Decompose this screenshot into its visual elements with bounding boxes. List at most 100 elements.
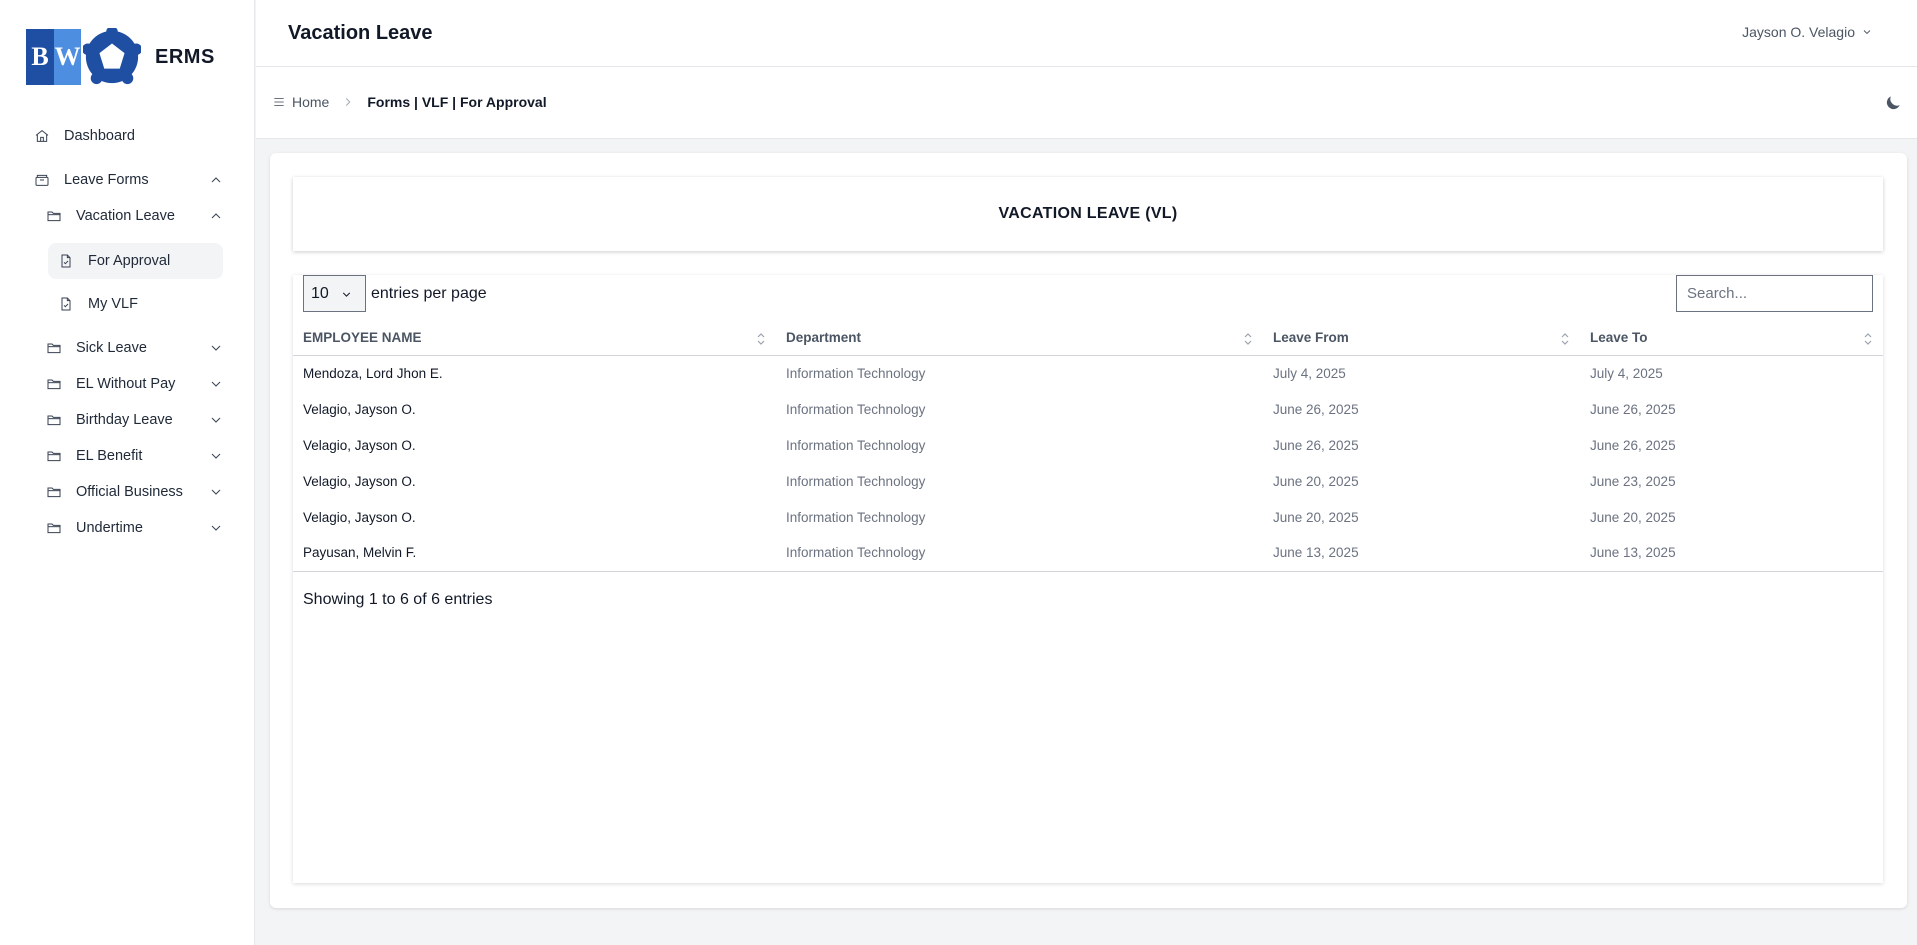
folder-icon xyxy=(47,451,61,462)
sort-icon xyxy=(1864,333,1872,345)
logo-letter-b: B xyxy=(26,29,54,85)
column-header-leave-from[interactable]: Leave From xyxy=(1263,321,1580,356)
document-icon xyxy=(61,254,71,268)
cell-employee-name: Velagio, Jayson O. xyxy=(303,509,416,525)
cell-leave-from: July 4, 2025 xyxy=(1273,365,1346,381)
cell-leave-to: June 26, 2025 xyxy=(1590,401,1676,417)
sidebar-item-official-business[interactable]: Official Business xyxy=(46,474,224,510)
cell-department: Information Technology xyxy=(776,535,1263,572)
chevron-down-icon xyxy=(211,525,221,531)
cell-leave-to: June 26, 2025 xyxy=(1590,437,1676,453)
main-card: VACATION LEAVE (VL) 10 entries per page … xyxy=(270,153,1907,908)
table-row[interactable]: Velagio, Jayson O. Information Technolog… xyxy=(293,427,1883,463)
table-row[interactable]: Mendoza, Lord Jhon E. Information Techno… xyxy=(293,355,1883,391)
breadcrumb-home[interactable]: Home xyxy=(292,94,329,110)
sidebar-item-dashboard[interactable]: Dashboard xyxy=(34,118,224,154)
column-header-employee-name[interactable]: EMPLOYEE NAME xyxy=(293,321,776,356)
sidebar-item-label: Dashboard xyxy=(64,128,135,144)
chevron-down-icon xyxy=(1863,30,1871,35)
sidebar-item-sick-leave[interactable]: Sick Leave xyxy=(46,330,224,366)
folder-icon xyxy=(47,379,61,390)
user-name: Jayson O. Velagio xyxy=(1742,24,1855,40)
chevron-up-icon xyxy=(211,177,221,183)
column-header-department[interactable]: Department xyxy=(776,321,1263,356)
sidebar-item-for-approval[interactable]: For Approval xyxy=(48,243,223,279)
bw-logo-mark: B W xyxy=(26,29,81,85)
sidebar-item-el-without-pay[interactable]: EL Without Pay xyxy=(46,366,224,402)
cell-leave-from: June 20, 2025 xyxy=(1273,473,1359,489)
cell-leave-from: June 20, 2025 xyxy=(1273,509,1359,525)
cell-department: Information Technology xyxy=(786,473,926,489)
sidebar-item-vacation-leave[interactable]: Vacation Leave xyxy=(46,198,224,234)
cell-leave-from: June 26, 2025 xyxy=(1273,437,1359,453)
sidebar-item-label: Undertime xyxy=(76,520,143,536)
table-header-row: EMPLOYEE NAME Department Leave From Leav… xyxy=(293,321,1883,356)
sidebar-item-label: Sick Leave xyxy=(76,340,147,356)
menu-icon[interactable] xyxy=(272,95,286,109)
sidebar-item-label: My VLF xyxy=(88,296,138,312)
chevron-down-icon xyxy=(211,489,221,495)
document-icon xyxy=(61,297,71,311)
home-icon xyxy=(35,130,49,142)
sidebar-item-leave-forms[interactable]: Leave Forms xyxy=(34,162,224,198)
breadcrumb-bar: Home Forms | VLF | For Approval xyxy=(256,67,1917,139)
folder-icon xyxy=(47,523,61,534)
folder-icon xyxy=(47,211,61,222)
cell-leave-from: June 13, 2025 xyxy=(1263,535,1580,572)
per-page-select[interactable]: 10 xyxy=(303,275,366,312)
folder-icon xyxy=(47,487,61,498)
data-table-panel: 10 entries per page EMPLOYEE NAME Depart… xyxy=(293,275,1883,883)
chevron-down-icon xyxy=(342,292,351,297)
cell-department: Information Technology xyxy=(786,509,926,525)
section-title: VACATION LEAVE (VL) xyxy=(293,177,1883,251)
table-info: Showing 1 to 6 of 6 entries xyxy=(303,591,493,608)
cell-leave-to: June 13, 2025 xyxy=(1580,535,1883,572)
logo-letter-w: W xyxy=(54,29,81,85)
sidebar-item-el-benefit[interactable]: EL Benefit xyxy=(46,438,224,474)
folder-icon xyxy=(47,343,61,354)
sidebar-item-label: EL Benefit xyxy=(76,448,143,464)
leave-table: EMPLOYEE NAME Department Leave From Leav… xyxy=(293,321,1883,572)
sidebar: B W ERMS Dashboard Leave Forms Vacation … xyxy=(0,0,255,945)
cell-employee-name: Payusan, Melvin F. xyxy=(293,535,776,572)
cell-employee-name: Mendoza, Lord Jhon E. xyxy=(303,365,443,381)
sidebar-item-label: Leave Forms xyxy=(64,172,149,188)
cell-leave-from: June 26, 2025 xyxy=(1273,401,1359,417)
entries-per-page: 10 entries per page xyxy=(303,275,487,312)
chevron-down-icon xyxy=(211,453,221,459)
sidebar-item-label: Official Business xyxy=(76,484,183,500)
breadcrumb-current: Forms | VLF | For Approval xyxy=(367,94,547,110)
table-row[interactable]: Payusan, Melvin F. Information Technolog… xyxy=(293,535,1883,572)
cell-leave-to: June 20, 2025 xyxy=(1590,509,1676,525)
chevron-down-icon xyxy=(211,345,221,351)
cell-department: Information Technology xyxy=(786,401,926,417)
table-row[interactable]: Velagio, Jayson O. Information Technolog… xyxy=(293,499,1883,535)
breadcrumb: Home Forms | VLF | For Approval xyxy=(272,94,547,110)
sidebar-item-label: Birthday Leave xyxy=(76,412,173,428)
sidebar-item-label: For Approval xyxy=(88,253,171,269)
user-menu[interactable]: Jayson O. Velagio xyxy=(1742,24,1873,40)
cell-leave-to: June 23, 2025 xyxy=(1590,473,1676,489)
chevron-up-icon xyxy=(211,213,221,219)
sidebar-item-my-vlf[interactable]: My VLF xyxy=(58,286,223,322)
page-title: Vacation Leave xyxy=(288,22,433,44)
cell-leave-to: July 4, 2025 xyxy=(1590,365,1663,381)
topbar: Vacation Leave Jayson O. Velagio xyxy=(256,0,1917,67)
archive-icon xyxy=(35,174,49,186)
table-row[interactable]: Velagio, Jayson O. Information Technolog… xyxy=(293,391,1883,427)
chevron-down-icon xyxy=(211,417,221,423)
cell-department: Information Technology xyxy=(786,437,926,453)
table-row[interactable]: Velagio, Jayson O. Information Technolog… xyxy=(293,463,1883,499)
column-header-leave-to[interactable]: Leave To xyxy=(1580,321,1883,356)
sidebar-item-label: Vacation Leave xyxy=(76,208,175,224)
sidebar-item-birthday-leave[interactable]: Birthday Leave xyxy=(46,402,224,438)
per-page-value: 10 xyxy=(311,284,329,302)
search-input[interactable] xyxy=(1676,275,1873,312)
seal-icon xyxy=(83,28,141,85)
sidebar-item-undertime[interactable]: Undertime xyxy=(46,510,224,546)
moon-icon[interactable] xyxy=(1883,93,1903,113)
sort-icon xyxy=(757,333,765,345)
cell-employee-name: Velagio, Jayson O. xyxy=(303,437,416,453)
app-logo[interactable]: B W ERMS xyxy=(26,28,215,86)
app-name: ERMS xyxy=(155,45,215,68)
